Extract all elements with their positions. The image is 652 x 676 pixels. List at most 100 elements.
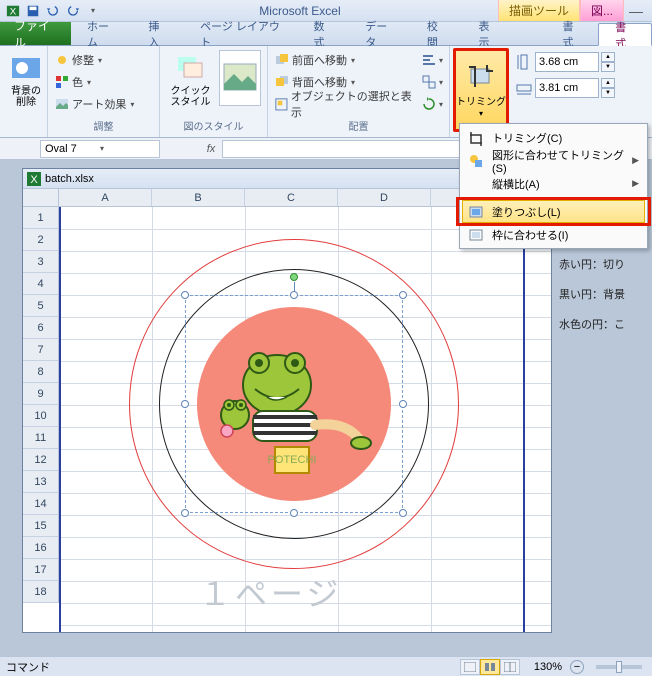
col-header[interactable]: C: [245, 189, 338, 206]
zoom-slider[interactable]: [596, 665, 642, 669]
page-layout-view-button[interactable]: [480, 659, 500, 675]
resize-handle[interactable]: [181, 400, 189, 408]
status-bar: コマンド 130% −: [0, 656, 652, 676]
view-buttons: [460, 659, 520, 675]
color-icon: [54, 74, 70, 90]
page-break-view-button[interactable]: [500, 659, 520, 675]
row-header[interactable]: 18: [23, 581, 58, 603]
width-input[interactable]: [535, 78, 599, 98]
tab-view[interactable]: 表示: [463, 22, 515, 45]
note-cyan: 水色の円：こ: [559, 316, 625, 332]
row-header[interactable]: 6: [23, 317, 58, 339]
height-spinner[interactable]: ▲▼: [601, 52, 615, 72]
normal-view-button[interactable]: [460, 659, 480, 675]
tab-review[interactable]: 校閲: [411, 22, 463, 45]
menu-fit[interactable]: 枠に合わせる(I): [462, 223, 645, 246]
tab-home[interactable]: ホーム: [71, 22, 132, 45]
brightness-icon: [54, 52, 70, 68]
quick-styles-button[interactable]: クイック スタイル: [166, 50, 215, 110]
quick-styles-label: クイック スタイル: [170, 86, 211, 108]
align-button[interactable]: ▾: [421, 50, 443, 70]
width-spinner[interactable]: ▲▼: [601, 78, 615, 98]
bring-forward-button[interactable]: 前面へ移動▾: [274, 50, 413, 70]
resize-handle[interactable]: [399, 291, 407, 299]
row-header[interactable]: 13: [23, 471, 58, 493]
tab-page-layout[interactable]: ページ レイアウト: [184, 22, 297, 45]
row-header[interactable]: 2: [23, 229, 58, 251]
tab-file[interactable]: ファイル: [0, 22, 71, 45]
col-header[interactable]: D: [338, 189, 431, 206]
menu-aspect-ratio[interactable]: 縦横比(A)▶: [462, 172, 645, 195]
remove-background-icon: [10, 52, 42, 84]
row-header[interactable]: 14: [23, 493, 58, 515]
rotate-button[interactable]: ▾: [421, 94, 443, 114]
remove-background-label: 背景の削除: [10, 86, 42, 108]
row-header[interactable]: 16: [23, 537, 58, 559]
row-header[interactable]: 15: [23, 515, 58, 537]
workbook-icon: X: [27, 172, 41, 186]
height-icon: [515, 53, 533, 71]
row-header[interactable]: 9: [23, 383, 58, 405]
crop-label: トリミング: [456, 93, 506, 108]
picture-styles-gallery[interactable]: [219, 50, 261, 106]
resize-handle[interactable]: [399, 509, 407, 517]
row-header[interactable]: 3: [23, 251, 58, 273]
rotate-icon: [421, 96, 437, 112]
ribbon-tabs: ファイル ホーム 挿入 ページ レイアウト 数式 データ 校閲 表示 書式 書式: [0, 22, 652, 46]
worksheet[interactable]: A B C D 123456789101112131415161718: [23, 189, 551, 632]
workbook-name: batch.xlsx: [45, 173, 94, 185]
resize-handle[interactable]: [290, 291, 298, 299]
resize-handle[interactable]: [290, 509, 298, 517]
tab-formulas[interactable]: 数式: [298, 22, 350, 45]
resize-handle[interactable]: [181, 291, 189, 299]
tab-insert[interactable]: 挿入: [132, 22, 184, 45]
col-header[interactable]: B: [152, 189, 245, 206]
group-icon: [421, 74, 437, 90]
row-header[interactable]: 12: [23, 449, 58, 471]
select-all-corner[interactable]: [23, 189, 59, 207]
note-red: 赤い円：切り: [559, 256, 625, 272]
corrections-button[interactable]: 修整▾: [54, 50, 153, 70]
row-header[interactable]: 8: [23, 361, 58, 383]
row-header[interactable]: 5: [23, 295, 58, 317]
crop-dropdown-arrow-icon: ▾: [479, 109, 483, 118]
row-header[interactable]: 7: [23, 339, 58, 361]
tab-data[interactable]: データ: [349, 22, 411, 45]
col-header[interactable]: A: [59, 189, 152, 206]
selection-frame[interactable]: [185, 295, 403, 513]
svg-text:X: X: [30, 174, 38, 186]
fill-icon: [468, 204, 484, 220]
svg-text:X: X: [10, 6, 17, 17]
resize-handle[interactable]: [181, 509, 189, 517]
menu-fill[interactable]: 塗りつぶし(L): [462, 200, 645, 223]
crop-button[interactable]: トリミング ▾: [453, 48, 509, 132]
send-backward-icon: [274, 74, 290, 90]
rotation-handle[interactable]: [290, 273, 298, 281]
group-button[interactable]: ▾: [421, 72, 443, 92]
status-mode: コマンド: [6, 659, 50, 675]
zoom-out-button[interactable]: −: [570, 660, 584, 674]
adjust-group-label: 調整: [54, 117, 153, 133]
row-header[interactable]: 4: [23, 273, 58, 295]
selection-pane-button[interactable]: オブジェクトの選択と表示: [274, 94, 413, 114]
redo-icon[interactable]: [64, 2, 82, 20]
resize-handle[interactable]: [399, 400, 407, 408]
height-input[interactable]: [535, 52, 599, 72]
color-button[interactable]: 色▾: [54, 72, 153, 92]
align-icon: [421, 52, 437, 68]
bring-forward-icon: [274, 52, 290, 68]
name-box[interactable]: Oval 7▾: [40, 140, 160, 158]
row-header[interactable]: 1: [23, 207, 58, 229]
fx-icon[interactable]: fx: [200, 143, 222, 155]
page-watermark: １ページ: [199, 569, 342, 615]
row-header[interactable]: 11: [23, 427, 58, 449]
row-header[interactable]: 10: [23, 405, 58, 427]
remove-background-button[interactable]: 背景の削除: [6, 50, 46, 110]
grid-area[interactable]: POTECHI １ページ: [59, 207, 551, 632]
menu-crop-to-shape[interactable]: 図形に合わせてトリミング(S)▶: [462, 149, 645, 172]
tab-format-drawing[interactable]: 書式: [547, 22, 599, 45]
tab-format-picture[interactable]: 書式: [598, 23, 652, 46]
artistic-effects-button[interactable]: アート効果▾: [54, 94, 153, 114]
row-header[interactable]: 17: [23, 559, 58, 581]
shapes-icon: [468, 153, 484, 169]
